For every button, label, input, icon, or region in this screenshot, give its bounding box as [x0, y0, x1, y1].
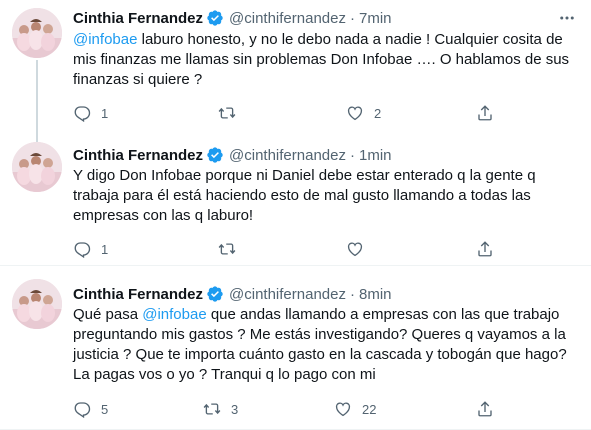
retweet-count: 3 — [231, 401, 239, 417]
retweet-button[interactable]: 3 — [203, 399, 238, 419]
retweet-icon — [203, 403, 221, 415]
tweet-header: Cinthia Fernandez @cinthifernandez · 8mi… — [73, 284, 392, 304]
separator-dot: · — [349, 9, 355, 27]
mention-link[interactable]: @infobae — [142, 306, 206, 323]
like-button[interactable]: 22 — [334, 399, 376, 419]
tweet-3[interactable]: Cinthia Fernandez @cinthifernandez · 8mi… — [0, 266, 591, 430]
share-icon — [478, 105, 492, 121]
tweet-text-lead: Qué pasa — [73, 306, 143, 323]
user-handle[interactable]: @cinthifernandez — [229, 10, 346, 27]
share-button[interactable] — [476, 103, 494, 123]
mention-link[interactable]: @infobae — [73, 31, 137, 48]
like-button[interactable] — [346, 239, 374, 259]
tweet-actions: 5 3 22 — [73, 399, 513, 419]
timestamp[interactable]: 7min — [359, 10, 392, 27]
reply-count: 5 — [101, 401, 109, 417]
like-icon — [347, 242, 363, 257]
reply-count: 1 — [101, 105, 109, 121]
retweet-icon — [218, 243, 236, 255]
share-button[interactable] — [476, 239, 494, 259]
reply-icon — [74, 242, 91, 258]
share-button[interactable] — [476, 399, 494, 419]
avatar[interactable] — [12, 142, 62, 192]
reply-count: 1 — [101, 241, 109, 257]
retweet-button[interactable] — [218, 239, 246, 259]
display-name[interactable]: Cinthia Fernandez — [73, 147, 203, 164]
user-handle[interactable]: @cinthifernandez — [229, 286, 346, 303]
tweet-text: @infobae laburo honesto, y no le debo na… — [73, 30, 578, 90]
reply-button[interactable]: 1 — [73, 239, 108, 259]
like-icon — [347, 106, 363, 121]
reply-icon — [74, 402, 91, 418]
separator-dot: · — [349, 146, 355, 164]
retweet-icon — [218, 107, 236, 119]
timestamp[interactable]: 8min — [359, 286, 392, 303]
share-icon — [478, 401, 492, 417]
tweet-2[interactable]: Cinthia Fernandez @cinthifernandez · 1mi… — [0, 129, 591, 265]
verified-badge-icon — [206, 285, 224, 303]
like-count: 2 — [374, 105, 382, 121]
like-icon — [335, 402, 351, 417]
display-name[interactable]: Cinthia Fernandez — [73, 10, 203, 27]
tweet-header: Cinthia Fernandez @cinthifernandez · 7mi… — [73, 8, 392, 28]
tweet-text: Y digo Don Infobae porque ni Daniel debe… — [73, 167, 536, 224]
reply-button[interactable]: 1 — [73, 103, 108, 123]
reply-button[interactable]: 5 — [73, 399, 108, 419]
user-handle[interactable]: @cinthifernandez — [229, 147, 346, 164]
verified-badge-icon — [206, 146, 224, 164]
retweet-button[interactable] — [218, 103, 246, 123]
reply-icon — [74, 106, 91, 122]
avatar[interactable] — [12, 279, 62, 329]
like-button[interactable]: 2 — [346, 103, 381, 123]
tweet-1[interactable]: Cinthia Fernandez @cinthifernandez · 7mi… — [0, 0, 591, 142]
share-icon — [478, 241, 492, 257]
like-count: 22 — [362, 401, 377, 417]
timestamp[interactable]: 1min — [359, 147, 392, 164]
tweet-actions: 1 — [73, 239, 513, 259]
tweet-actions: 1 2 — [73, 103, 513, 123]
display-name[interactable]: Cinthia Fernandez — [73, 286, 203, 303]
tweet-header: Cinthia Fernandez @cinthifernandez · 1mi… — [73, 145, 392, 165]
avatar[interactable] — [12, 8, 62, 58]
tweet-text-content: laburo honesto, y no le debo nada a nadi… — [73, 31, 570, 88]
separator-dot: · — [349, 285, 355, 303]
more-icon[interactable] — [557, 8, 577, 28]
verified-badge-icon — [206, 9, 224, 27]
tweet-text: Qué pasa @infobae que andas llamando a e… — [73, 305, 578, 385]
